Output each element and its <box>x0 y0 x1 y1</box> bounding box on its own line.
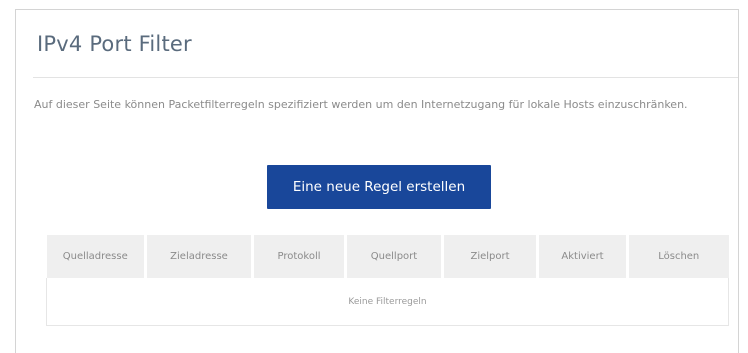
table-header-row: Quelladresse Zieladresse Protokoll Quell… <box>46 235 729 278</box>
column-header-source-address: Quelladresse <box>46 235 147 278</box>
title-divider <box>33 77 738 78</box>
empty-table-message: Keine Filterregeln <box>46 278 729 326</box>
create-rule-button[interactable]: Eine neue Regel erstellen <box>267 165 491 209</box>
column-header-enabled: Aktiviert <box>537 235 629 278</box>
filter-rules-table: Quelladresse Zieladresse Protokoll Quell… <box>46 235 729 326</box>
page-title: IPv4 Port Filter <box>37 32 192 56</box>
column-header-source-port: Quellport <box>345 235 444 278</box>
table-empty-row: Keine Filterregeln <box>46 278 729 326</box>
column-header-destination-port: Zielport <box>442 235 539 278</box>
column-header-protocol: Protokoll <box>252 235 347 278</box>
port-filter-panel: IPv4 Port Filter Auf dieser Seite können… <box>15 9 739 353</box>
column-header-delete: Löschen <box>627 235 729 278</box>
page-description: Auf dieser Seite können Packetfilterrege… <box>34 98 688 111</box>
column-header-destination-address: Zieladresse <box>145 235 254 278</box>
